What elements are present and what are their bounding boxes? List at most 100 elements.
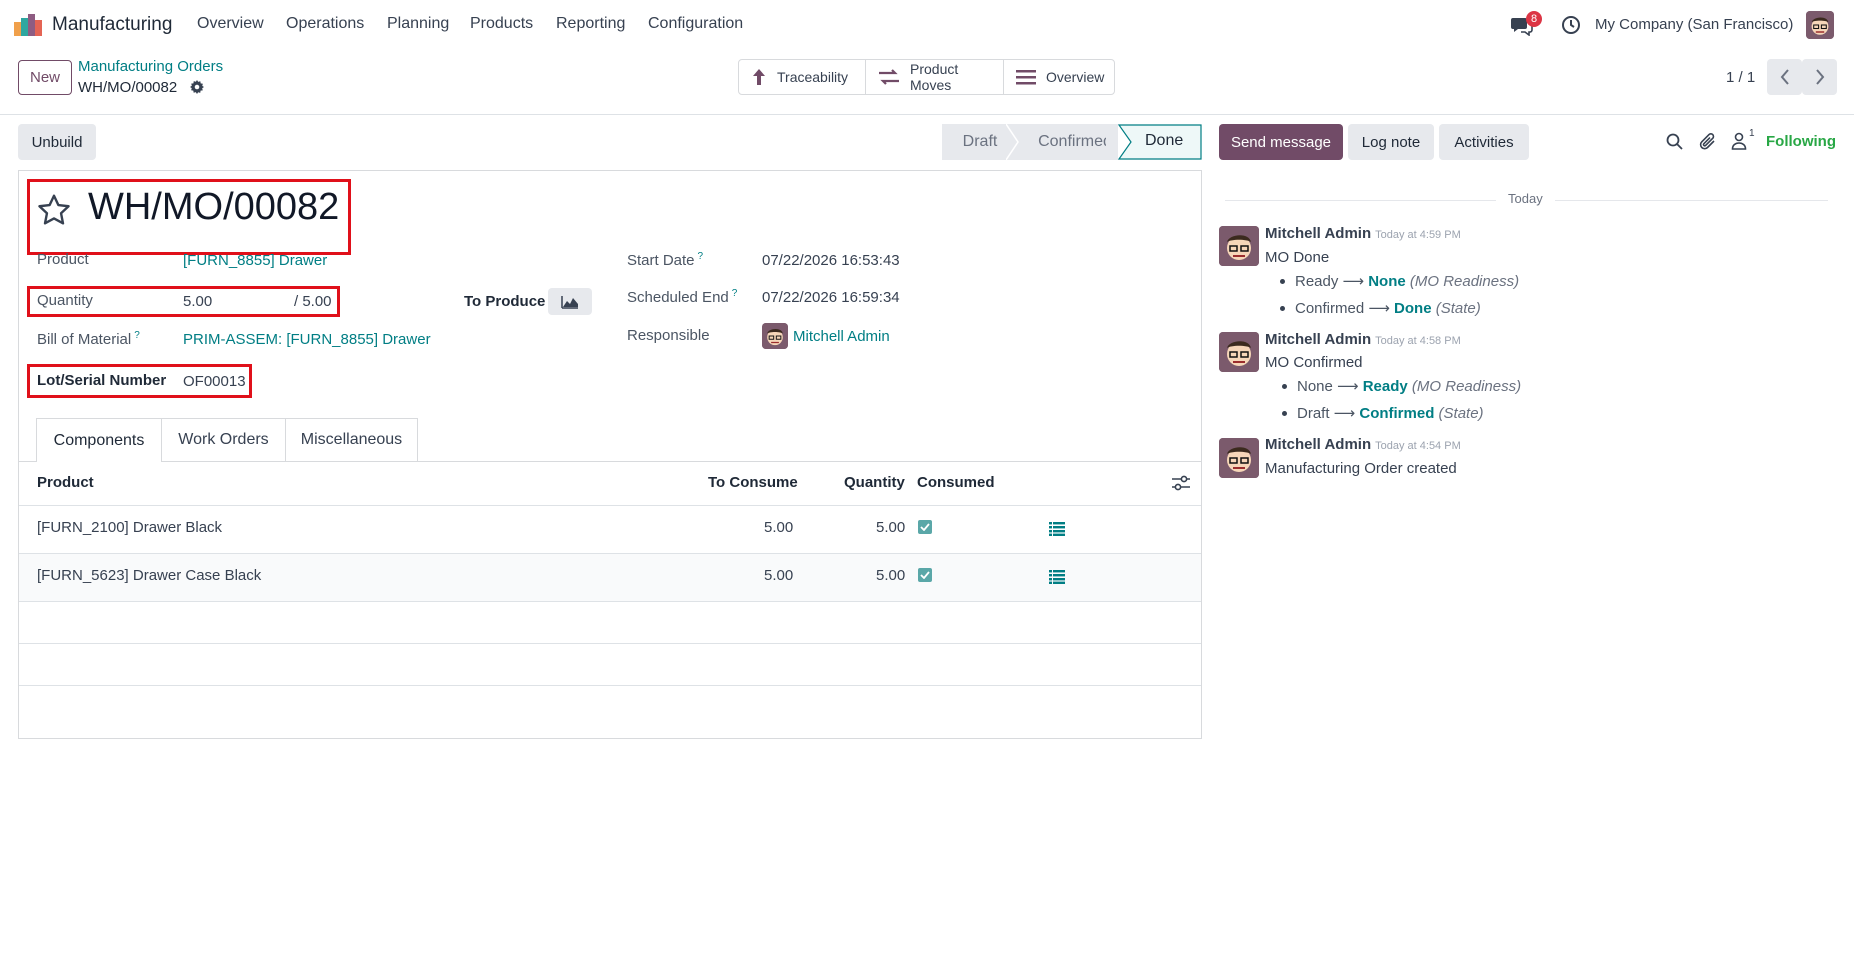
- new-button[interactable]: New: [18, 60, 72, 95]
- messages-badge: 8: [1526, 11, 1543, 27]
- traceability-button[interactable]: Traceability: [739, 60, 865, 94]
- followers-count: 1: [1749, 128, 1755, 139]
- menu-reporting[interactable]: Reporting: [556, 15, 625, 33]
- breadcrumb-parent[interactable]: Manufacturing Orders: [78, 58, 223, 75]
- activities-button[interactable]: Activities: [1439, 124, 1529, 160]
- unbuild-button[interactable]: Unbuild: [18, 124, 96, 160]
- message-avatar: [1219, 332, 1259, 372]
- col-quantity[interactable]: Quantity: [844, 474, 905, 491]
- col-to-consume[interactable]: To Consume: [708, 474, 798, 491]
- user-avatar[interactable]: [1806, 11, 1834, 39]
- company-switcher[interactable]: My Company (San Francisco): [1595, 16, 1793, 33]
- lot-label: Lot/Serial Number: [37, 372, 167, 389]
- pager-value[interactable]: 1 / 1: [1726, 69, 1755, 86]
- message-time: Today at 4:58 PM: [1375, 335, 1461, 347]
- row-product: [FURN_5623] Drawer Case Black: [37, 567, 262, 584]
- message-author[interactable]: Mitchell Admin Today at 4:54 PM: [1265, 436, 1461, 453]
- app-name[interactable]: Manufacturing: [52, 14, 172, 36]
- message-body: MO Confirmed: [1265, 354, 1363, 371]
- table-row[interactable]: [FURN_2100] Drawer Black 5.00 5.00: [19, 505, 1201, 553]
- menu-overview[interactable]: Overview: [197, 15, 264, 33]
- top-navbar: Manufacturing Overview Operations Planni…: [0, 0, 1854, 50]
- status-arrow-separator-2: [1106, 124, 1118, 160]
- paperclip-icon[interactable]: [1699, 132, 1717, 151]
- bom-value[interactable]: PRIM-ASSEM: [FURN_8855] Drawer: [183, 331, 431, 348]
- quantity-label: Quantity: [37, 292, 93, 309]
- chevron-left-icon: [1780, 69, 1790, 85]
- col-consumed[interactable]: Consumed: [917, 474, 995, 491]
- product-label: Product: [37, 251, 89, 268]
- start-date-label: Start Date?: [627, 251, 704, 269]
- row-quantity: 5.00: [876, 519, 906, 536]
- message-body: MO Done: [1265, 249, 1330, 266]
- table-row[interactable]: [FURN_5623] Drawer Case Black 5.00 5.00: [19, 553, 1201, 601]
- responsible-avatar: [762, 323, 788, 349]
- tab-work-orders[interactable]: Work Orders: [161, 418, 286, 461]
- smart-buttons: Traceability Product Moves Overview: [738, 59, 1115, 95]
- empty-row: [19, 601, 1201, 643]
- record-title: WH/MO/00082: [88, 186, 340, 228]
- pager-next[interactable]: [1802, 59, 1837, 95]
- detailed-operations-icon[interactable]: [1049, 522, 1065, 536]
- row-quantity: 5.00: [876, 567, 906, 584]
- status-arrow-separator: [1006, 124, 1019, 160]
- row-to-consume: 5.00: [764, 567, 794, 584]
- app-logo-icon[interactable]: [14, 14, 44, 36]
- gear-icon[interactable]: [190, 80, 204, 94]
- overview-button[interactable]: Overview: [1003, 60, 1115, 94]
- quantity-total: / 5.00: [294, 293, 332, 310]
- responsible-value[interactable]: Mitchell Admin: [793, 328, 890, 345]
- product-value[interactable]: [FURN_8855] Drawer: [183, 252, 327, 269]
- arrow-up-icon: [751, 68, 767, 86]
- tracking-line: Confirmed ⟶ Done (State): [1280, 299, 1481, 317]
- message-avatar: [1219, 226, 1259, 266]
- control-panel-divider: [0, 114, 1854, 115]
- column-settings-icon[interactable]: [1172, 475, 1190, 491]
- consumed-checkbox[interactable]: [918, 568, 932, 582]
- empty-row: [19, 643, 1201, 685]
- chevron-right-icon: [1815, 69, 1825, 85]
- tabs-divider: [18, 461, 1202, 462]
- scheduled-end-value[interactable]: 07/22/2026 16:59:34: [762, 289, 900, 306]
- pager-previous[interactable]: [1767, 59, 1802, 95]
- message-time: Today at 4:59 PM: [1375, 229, 1461, 241]
- message-author[interactable]: Mitchell Admin Today at 4:58 PM: [1265, 331, 1461, 348]
- menu-configuration[interactable]: Configuration: [648, 15, 743, 33]
- menu-planning[interactable]: Planning: [387, 15, 449, 33]
- lot-value[interactable]: OF00013: [183, 373, 246, 390]
- responsible-label: Responsible: [627, 327, 710, 344]
- col-product[interactable]: Product: [37, 474, 94, 491]
- date-separator: Today: [1496, 191, 1555, 206]
- menu-operations[interactable]: Operations: [286, 15, 364, 33]
- followers-icon[interactable]: [1731, 132, 1747, 150]
- start-date-value[interactable]: 07/22/2026 16:53:43: [762, 252, 900, 269]
- message-author[interactable]: Mitchell Admin Today at 4:59 PM: [1265, 225, 1461, 242]
- quantity-value[interactable]: 5.00: [183, 293, 212, 310]
- tracking-line: Draft ⟶ Confirmed (State): [1282, 404, 1484, 422]
- detailed-operations-icon[interactable]: [1049, 570, 1065, 584]
- menu-products[interactable]: Products: [470, 15, 533, 33]
- bars-icon: [1016, 69, 1036, 85]
- log-note-button[interactable]: Log note: [1348, 124, 1434, 160]
- breadcrumb-current: WH/MO/00082: [78, 79, 178, 96]
- following-button[interactable]: Following: [1766, 133, 1836, 150]
- exchange-icon: [878, 69, 900, 85]
- message-time: Today at 4:54 PM: [1375, 440, 1461, 452]
- activity-clock-icon[interactable]: [1561, 15, 1581, 35]
- status-confirmed[interactable]: Confirmed: [1018, 124, 1118, 160]
- to-produce-label: To Produce: [464, 293, 546, 310]
- tab-miscellaneous[interactable]: Miscellaneous: [285, 418, 418, 461]
- empty-row: [19, 685, 1201, 686]
- tracking-line: None ⟶ Ready (MO Readiness): [1282, 377, 1521, 395]
- forecast-graph-button[interactable]: [548, 288, 592, 315]
- bom-label: Bill of Material?: [37, 330, 140, 348]
- send-message-button[interactable]: Send message: [1219, 124, 1343, 160]
- search-icon[interactable]: [1666, 133, 1683, 150]
- star-icon[interactable]: [36, 192, 72, 228]
- product-moves-button[interactable]: Product Moves: [865, 60, 1003, 94]
- tab-components[interactable]: Components: [36, 418, 162, 462]
- scheduled-end-label: Scheduled End?: [627, 288, 738, 306]
- row-product: [FURN_2100] Drawer Black: [37, 519, 223, 536]
- consumed-checkbox[interactable]: [918, 520, 932, 534]
- status-done[interactable]: Done: [1118, 124, 1202, 160]
